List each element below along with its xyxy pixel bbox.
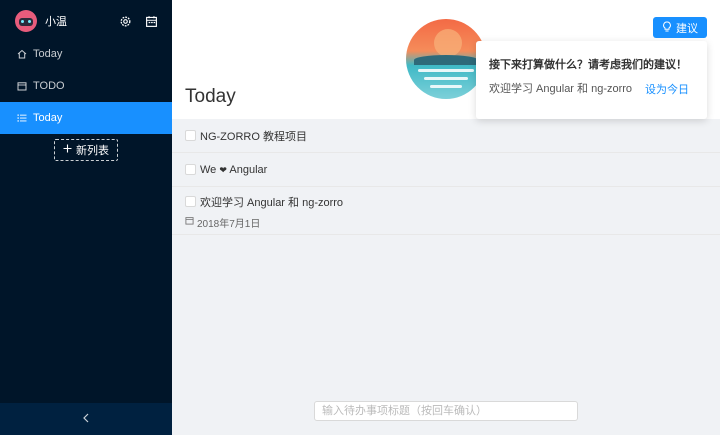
- todo-title: 欢迎学习 Angular 和 ng-zorro: [200, 196, 344, 209]
- todo-checkbox[interactable]: [185, 130, 196, 141]
- calendar-icon[interactable]: [144, 14, 158, 28]
- home-icon: [17, 49, 27, 59]
- profile-header: 小温: [0, 0, 172, 42]
- popover-suggestion-text: 欢迎学习 Angular 和 ng-zorro: [489, 83, 633, 95]
- list-item[interactable]: 欢迎学习 Angular 和 ng-zorro 2018年7月1日: [172, 187, 720, 235]
- due-date-text: 2018年7月1日: [197, 218, 261, 230]
- popover-title: 接下来打算做什么？请考虑我们的建议！: [489, 59, 687, 71]
- sidebar-item-today-list[interactable]: Today: [0, 102, 172, 134]
- sidebar-item-label: Today: [33, 48, 63, 60]
- sidebar-item-label: TODO: [33, 80, 65, 92]
- set-today-link[interactable]: 设为今日: [645, 81, 689, 97]
- new-todo-input[interactable]: [314, 401, 578, 421]
- sidebar-collapse-button[interactable]: [0, 403, 172, 435]
- todo-title: NG-ZORRO 教程项目: [200, 130, 307, 143]
- chevron-left-icon: [82, 413, 90, 426]
- username: 小温: [45, 16, 67, 28]
- new-list-label: 新列表: [76, 145, 109, 157]
- suggest-button[interactable]: 建议: [653, 17, 707, 38]
- todo-checkbox[interactable]: [185, 164, 196, 175]
- page-title: Today: [185, 86, 236, 107]
- sidebar-item-today[interactable]: Today: [0, 38, 172, 70]
- calendar-icon: [185, 216, 194, 228]
- avatar[interactable]: [15, 10, 37, 32]
- bulb-icon: [662, 20, 672, 35]
- sidebar-menu: Today TODO Today: [0, 38, 172, 134]
- calendar-icon: [17, 81, 27, 91]
- todo-title: We ❤ Angular: [200, 163, 268, 176]
- sidebar-item-todo[interactable]: TODO: [0, 70, 172, 102]
- todo-checkbox[interactable]: [185, 196, 196, 207]
- plus-icon: [63, 144, 72, 156]
- suggest-label: 建议: [676, 22, 698, 35]
- heart-icon: ❤: [219, 164, 227, 175]
- header-illustration: [406, 19, 486, 99]
- new-list-button[interactable]: 新列表: [54, 139, 118, 161]
- suggestion-popover: 接下来打算做什么？请考虑我们的建议！ 欢迎学习 Angular 和 ng-zor…: [476, 41, 707, 119]
- todo-list: NG-ZORRO 教程项目 We ❤ Angular 欢迎学习 Angular …: [172, 119, 720, 235]
- list-item[interactable]: NG-ZORRO 教程项目: [172, 119, 720, 153]
- sidebar-item-label: Today: [33, 112, 63, 124]
- main-content: Today 建议 接下来打算做什么？请考虑我们的建议！ 欢迎学习 Angular…: [172, 0, 720, 435]
- list-icon: [17, 113, 27, 123]
- settings-gear-icon[interactable]: [118, 14, 132, 28]
- list-item[interactable]: We ❤ Angular: [172, 153, 720, 187]
- todo-due-date: 2018年7月1日: [185, 215, 720, 230]
- sidebar: 小温 Today TODO Today 新列表: [0, 0, 172, 435]
